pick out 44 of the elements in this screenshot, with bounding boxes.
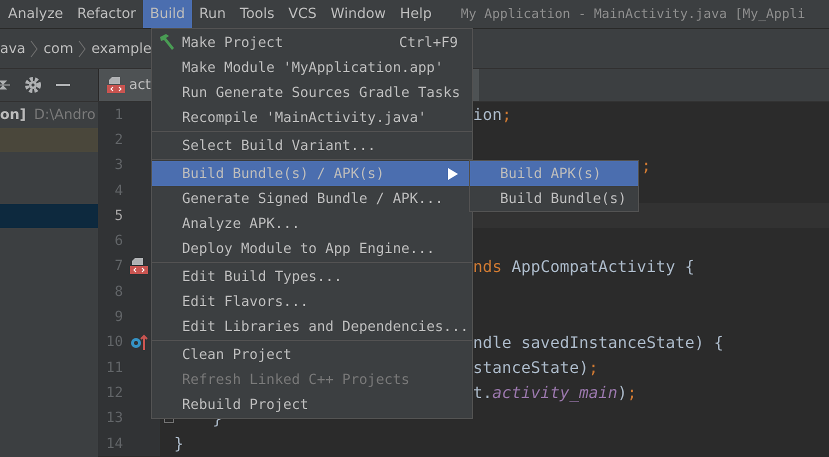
menu-bar-item[interactable]: Help [392, 0, 439, 28]
layout-file-icon [130, 257, 148, 276]
code-text: ; [641, 156, 651, 175]
menu-item[interactable]: Recompile 'MainActivity.java' [152, 105, 472, 130]
project-name: on] [0, 107, 26, 123]
menu-item[interactable]: Edit Build Types... [152, 264, 472, 289]
code-text: t.activity_main); [473, 383, 637, 402]
code-text: nds AppCompatActivity { [473, 256, 695, 276]
menu-item[interactable]: Edit Libraries and Dependencies... [152, 314, 472, 339]
shortcut-text: Ctrl+F9 [398, 34, 458, 50]
settings-icon[interactable] [24, 76, 42, 94]
minimize-icon[interactable] [56, 83, 70, 87]
code-text: ndle savedInstanceState) { [473, 332, 724, 352]
project-path: D:\Andro [34, 107, 96, 123]
chevron-icon [30, 38, 38, 58]
menu-item[interactable]: Select Build Variant... [152, 133, 472, 158]
code-text: } [174, 434, 184, 453]
menu-bar-item[interactable]: Refactor [70, 0, 143, 28]
code-text: ion; [473, 105, 512, 124]
menu-bar-item[interactable]: Run [192, 0, 233, 28]
breadcrumb[interactable]: com [38, 40, 78, 56]
code-text: stanceState); [473, 358, 598, 378]
menu-bar-item[interactable]: VCS [281, 0, 324, 28]
menu-item[interactable]: Rebuild Project [152, 392, 472, 417]
menu-item[interactable]: Clean Project [152, 342, 472, 367]
chevron-icon [78, 38, 86, 58]
menu-item[interactable]: Generate Signed Bundle / APK... [152, 186, 472, 211]
menu-item[interactable]: Deploy Module to App Engine... [152, 236, 472, 261]
override-method-icon [130, 333, 148, 352]
menu-item[interactable]: Make Module 'MyApplication.app' [152, 55, 472, 80]
menu-bar-item[interactable]: Tools [232, 0, 282, 28]
menu-item[interactable]: Make Project Ctrl+F9 [152, 30, 472, 55]
menu-item[interactable]: Analyze APK... [152, 211, 472, 236]
layout-file-icon [107, 76, 125, 94]
menu-item[interactable]: Build Bundle(s) [470, 186, 638, 211]
menu-bar-item[interactable]: Analyze [0, 0, 70, 28]
submenu-arrow-icon [448, 168, 458, 180]
menu-item[interactable]: Edit Flavors... [152, 289, 472, 314]
window-title: My Application - MainActivity.java [My_Appli [460, 6, 806, 24]
hammer-icon [158, 33, 176, 51]
breadcrumb[interactable]: ava [0, 40, 30, 56]
menu-item[interactable]: Run Generate Sources Gradle Tasks [152, 80, 472, 105]
line-number: 5 [114, 208, 123, 224]
menu-bar-item[interactable]: Window [324, 0, 393, 28]
